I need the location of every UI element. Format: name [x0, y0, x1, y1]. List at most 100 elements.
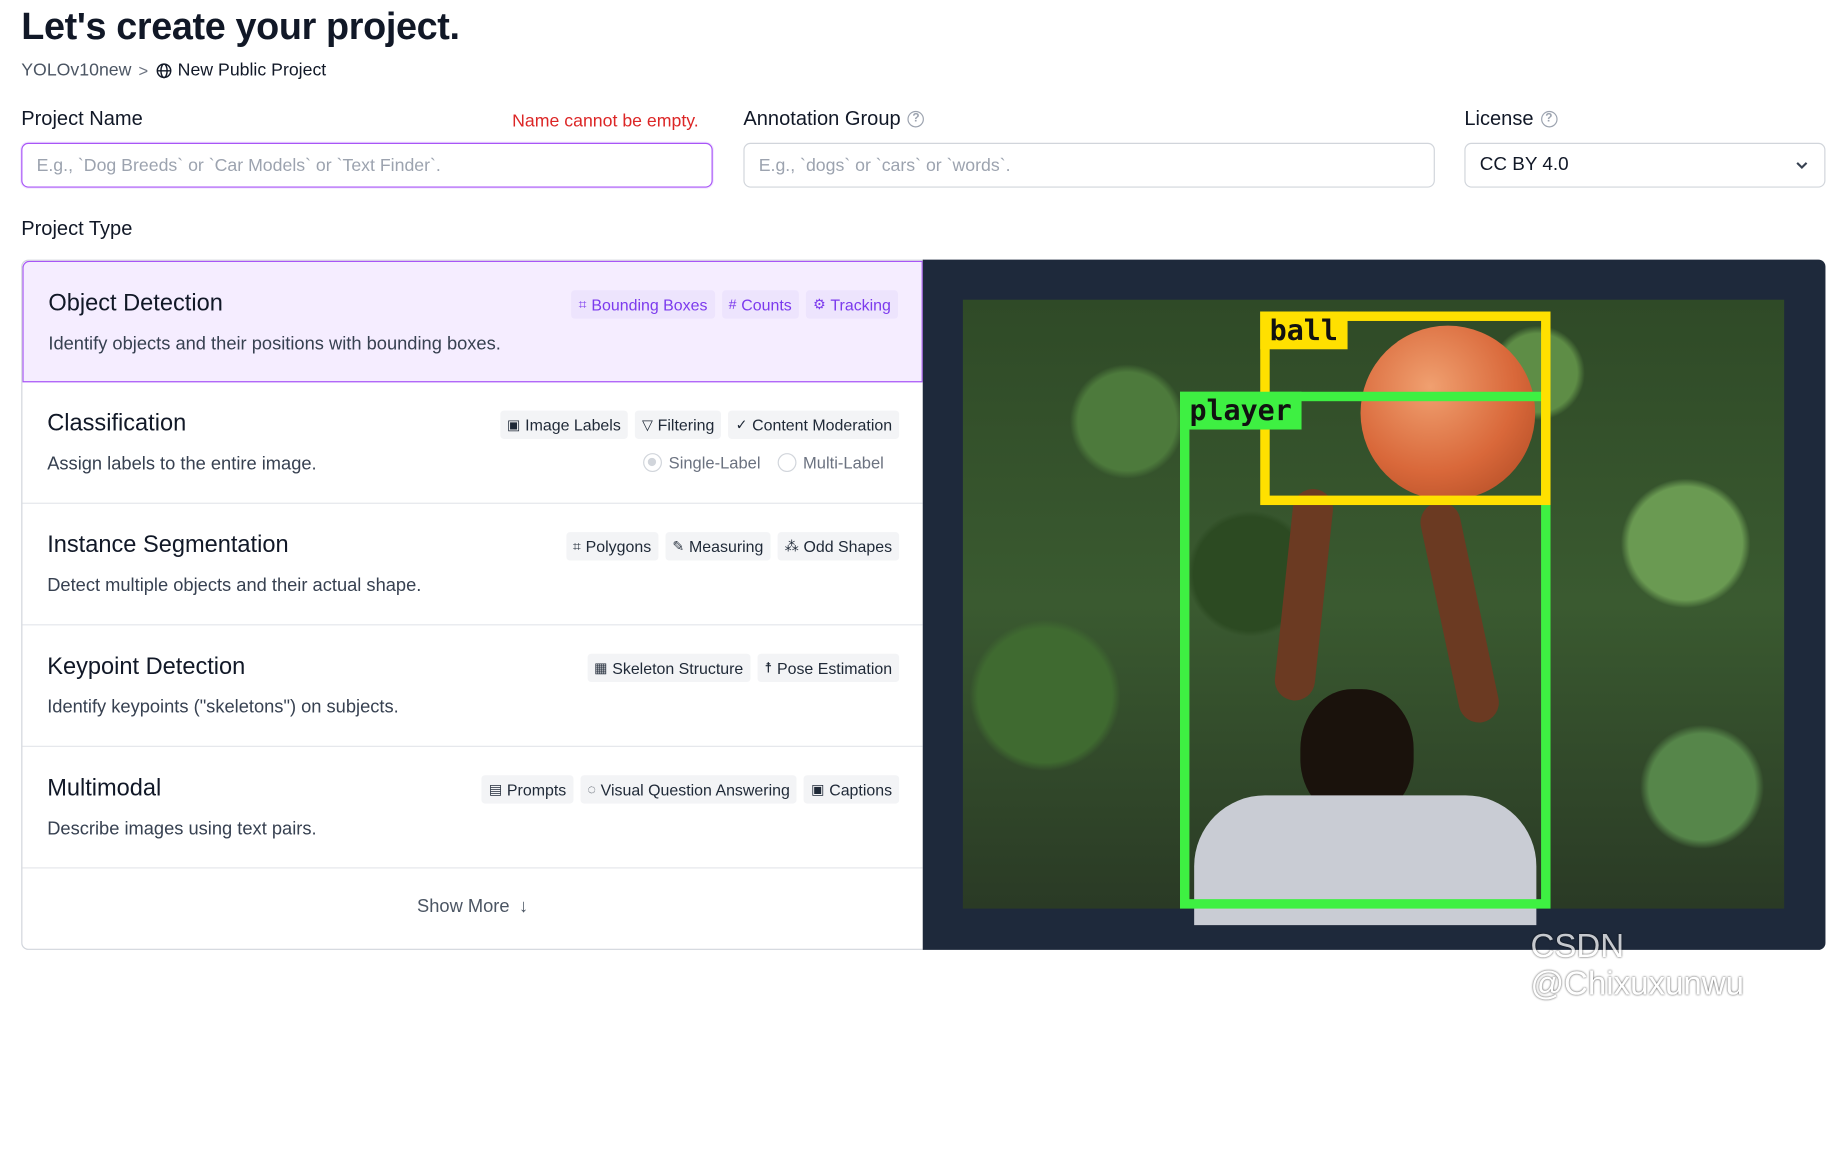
- breadcrumb-project-label: New Public Project: [177, 60, 327, 81]
- tag-image-labels: ▣ Image Labels: [499, 410, 628, 439]
- show-more-label: Show More: [417, 896, 510, 917]
- tag-tracking: ⚙ Tracking: [805, 290, 898, 319]
- page-title: Let's create your project.: [21, 4, 460, 48]
- chat-icon: ◌: [587, 781, 596, 798]
- license-label-text: License: [1464, 107, 1534, 130]
- radio-dot: [642, 453, 662, 472]
- tag-content-moderation: ✓ Content Moderation: [728, 410, 900, 439]
- type-tags: ▤ Prompts ◌ Visual Question Answering ▣ Cap…: [481, 775, 900, 804]
- arrow-down-icon: ↓: [518, 896, 529, 917]
- project-type-label: Project Type: [21, 217, 132, 241]
- tag-label: Filtering: [657, 415, 715, 434]
- annotation-group-label-text: Annotation Group: [743, 107, 901, 130]
- radio-label: Multi-Label: [803, 453, 884, 472]
- tag-label: Polygons: [585, 537, 652, 556]
- radio-single-label[interactable]: Single-Label: [642, 453, 761, 472]
- license-value: CC BY 4.0: [1479, 154, 1569, 175]
- player-box-label: player: [1180, 391, 1302, 430]
- tag-filtering: ▽ Filtering: [634, 410, 722, 439]
- watermark: CSDN @Chixuxunwu: [1530, 927, 1744, 1002]
- preview-image: player ball: [962, 299, 1785, 926]
- tag-polygons: ⌗ Polygons: [565, 532, 659, 561]
- tracking-icon: ⚙: [812, 296, 826, 313]
- tag-label: Captions: [829, 780, 893, 799]
- chevron-down-icon: [1796, 162, 1808, 170]
- tag-label: Bounding Boxes: [591, 295, 708, 314]
- tag-label: Counts: [741, 295, 792, 314]
- license-select[interactable]: CC BY 4.0: [1464, 142, 1826, 188]
- project-type-preview: player ball: [922, 259, 1826, 950]
- project-type-label-text: Project Type: [21, 217, 133, 240]
- license-label: License ?: [1464, 107, 1558, 131]
- tag-label: Content Moderation: [752, 415, 893, 434]
- pencil-icon: ✎: [672, 538, 685, 555]
- type-description: Describe images using text pairs.: [47, 818, 317, 839]
- help-icon[interactable]: ?: [1540, 110, 1558, 128]
- type-tags: ⌗ Bounding Boxes # Counts ⚙ Tracking: [571, 290, 898, 319]
- pose-icon: ☨: [764, 659, 773, 677]
- tag-label: Visual Question Answering: [600, 780, 790, 799]
- project-name-error: Name cannot be empty.: [512, 110, 699, 131]
- project-type-instance-segmentation[interactable]: Instance Segmentation ⌗ Polygons ✎ Measuri…: [22, 504, 923, 626]
- tag-label: Pose Estimation: [776, 659, 893, 677]
- type-description: Assign labels to the entire image.: [47, 454, 317, 475]
- annotation-group-label: Annotation Group ?: [743, 107, 925, 131]
- tag-label: Odd Shapes: [803, 537, 893, 556]
- type-title: Classification: [47, 410, 187, 437]
- project-type-keypoint-detection[interactable]: Keypoint Detection ▦ Skeleton Structure ☨…: [22, 625, 923, 747]
- tag-prompts: ▤ Prompts: [481, 775, 574, 804]
- tag-label: Prompts: [506, 780, 567, 799]
- radio-multi-label[interactable]: Multi-Label: [777, 453, 884, 472]
- globe-icon: [156, 62, 171, 78]
- annotation-group-input[interactable]: [743, 142, 1435, 188]
- project-type-classification[interactable]: Classification ▣ Image Labels ▽ Filtering …: [22, 382, 923, 504]
- create-project-page: Let's create your project. YOLOv10new > …: [0, 0, 1846, 1002]
- ball-box-label: ball: [1260, 311, 1348, 350]
- label-mode-radios: Single-Label Multi-Label: [642, 453, 884, 472]
- tag-skeleton-structure: ▦ Skeleton Structure: [587, 653, 751, 683]
- tag-captions: ▣ Captions: [804, 775, 900, 804]
- tag-label: Tracking: [830, 295, 891, 314]
- project-name-input[interactable]: [21, 142, 713, 188]
- type-title: Object Detection: [48, 290, 223, 317]
- type-title: Multimodal: [47, 775, 162, 802]
- tag-counts: # Counts: [721, 290, 799, 319]
- breadcrumb-project: New Public Project: [155, 60, 326, 80]
- type-tags: ▦ Skeleton Structure ☨ Pose Estimation: [587, 653, 900, 683]
- tag-measuring: ✎ Measuring: [665, 532, 771, 561]
- tag-vqa: ◌ Visual Question Answering: [580, 775, 797, 804]
- show-more-button[interactable]: Show More ↓: [22, 865, 922, 949]
- tag-odd-shapes: ⁂ Odd Shapes: [777, 532, 900, 561]
- check-icon: ✓: [735, 416, 748, 434]
- skeleton-icon: ▦: [594, 659, 608, 677]
- type-tags: ⌗ Polygons ✎ Measuring ⁂ Odd Shapes: [565, 532, 900, 561]
- image-icon: ▣: [507, 416, 521, 434]
- type-description: Identify objects and their positions wit…: [48, 333, 501, 354]
- project-type-multimodal[interactable]: Multimodal ▤ Prompts ◌ Visual Question Ans…: [22, 747, 923, 869]
- hash-icon: #: [728, 296, 737, 313]
- tag-label: Image Labels: [525, 415, 621, 434]
- type-title: Instance Segmentation: [47, 532, 289, 559]
- chevron-right-icon: >: [138, 60, 149, 80]
- shapes-icon: ⁂: [784, 538, 799, 555]
- tag-label: Measuring: [689, 537, 764, 556]
- project-name-label: Project Name: [21, 107, 143, 131]
- polygon-icon: ⌗: [572, 537, 581, 555]
- tag-label: Skeleton Structure: [612, 659, 744, 677]
- type-tags: ▣ Image Labels ▽ Filtering ✓ Content Modera…: [499, 410, 900, 439]
- filter-icon: ▽: [642, 416, 653, 434]
- radio-dot: [777, 453, 796, 472]
- type-description: Identify keypoints ("skeletons") on subj…: [47, 697, 399, 718]
- bounding-box-icon: ⌗: [578, 295, 587, 313]
- project-name-label-text: Project Name: [21, 107, 143, 130]
- breadcrumb-workspace[interactable]: YOLOv10new: [21, 60, 131, 80]
- project-type-list: Object Detection ⌗ Bounding Boxes # Counts…: [21, 259, 924, 950]
- prompt-icon: ▤: [488, 781, 503, 798]
- image-icon: ▣: [811, 781, 825, 798]
- help-icon[interactable]: ?: [907, 110, 925, 128]
- type-title: Keypoint Detection: [47, 653, 246, 680]
- radio-label: Single-Label: [668, 453, 761, 472]
- breadcrumb: YOLOv10new > New Public Project: [21, 60, 326, 80]
- type-description: Detect multiple objects and their actual…: [47, 575, 422, 596]
- project-type-object-detection[interactable]: Object Detection ⌗ Bounding Boxes # Counts…: [22, 260, 923, 383]
